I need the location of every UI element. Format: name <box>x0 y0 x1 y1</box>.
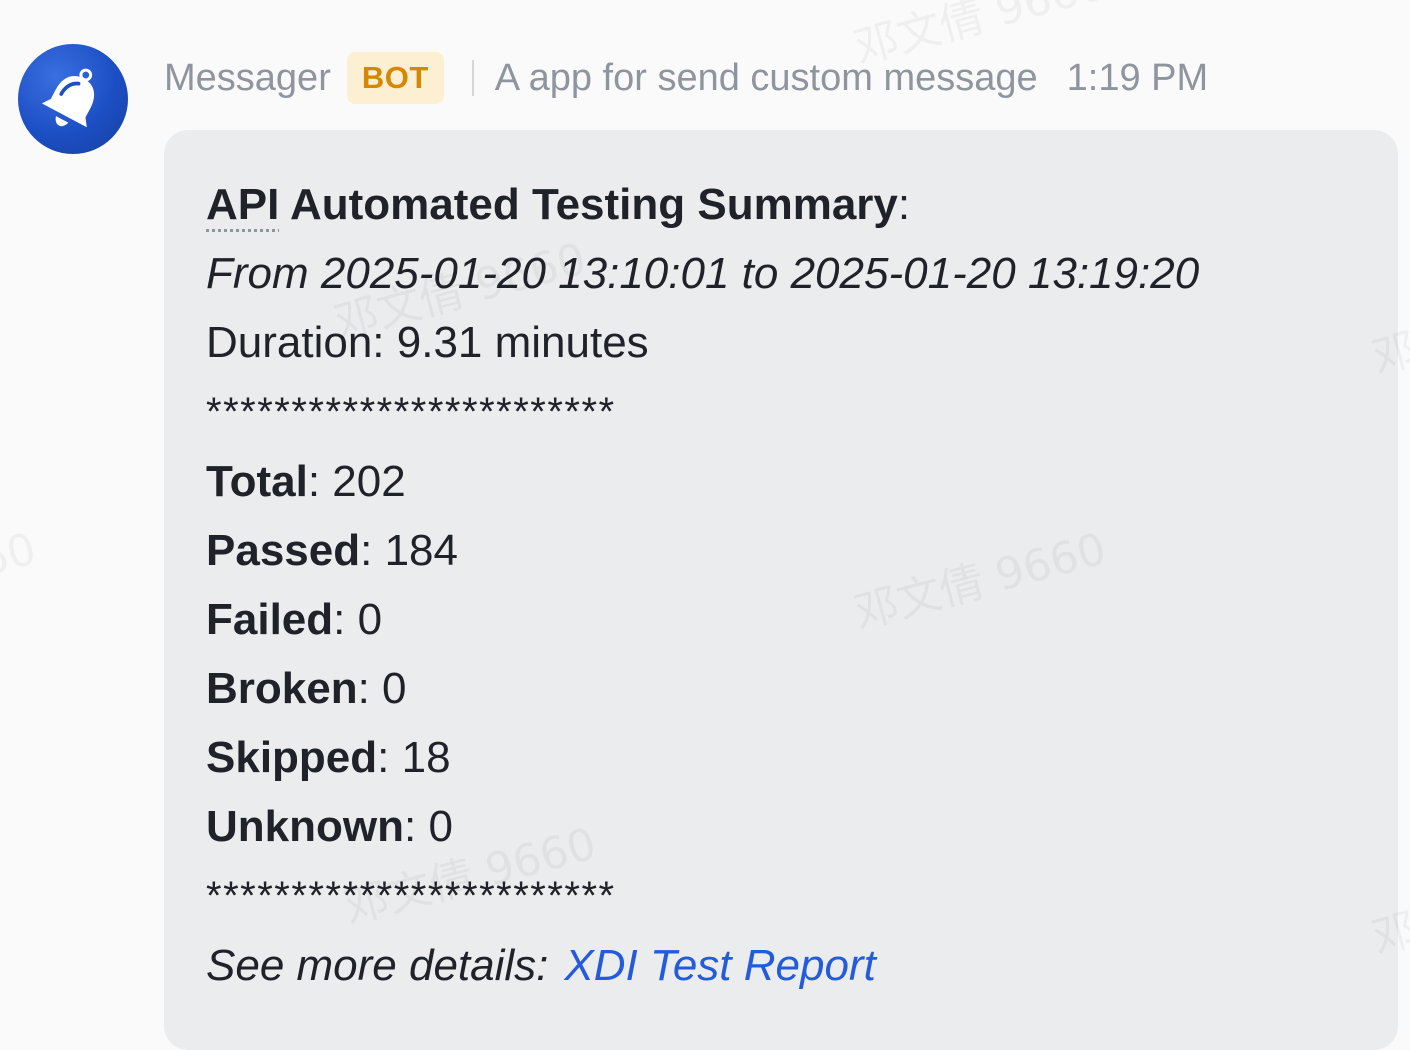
stat-label: Unknown <box>206 802 404 851</box>
details-row: See more details: XDI Test Report <box>206 931 1398 1000</box>
test-report-link[interactable]: XDI Test Report <box>564 941 875 990</box>
stat-label: Failed <box>206 595 334 644</box>
bell-icon <box>41 68 95 128</box>
stat-value: 18 <box>401 733 451 782</box>
stat-label: Broken <box>206 664 358 713</box>
title-colon: : <box>897 180 911 229</box>
separator-bottom: ************************ <box>206 874 616 918</box>
app-description: A app for send custom message <box>494 56 1038 99</box>
stat-row-total: Total: 202 <box>206 457 406 506</box>
stat-label: Total <box>206 457 308 506</box>
message-card: API Automated Testing Summary: From 2025… <box>164 130 1398 1050</box>
stat-value: 184 <box>384 526 458 575</box>
stat-value: 0 <box>357 595 383 644</box>
message-header: Messager BOT A app for send custom messa… <box>164 50 1208 106</box>
stat-value: 0 <box>382 664 407 713</box>
stat-value: 202 <box>332 457 406 506</box>
message-timestamp: 1:19 PM <box>1066 56 1209 99</box>
stat-row-passed: Passed: 184 <box>206 526 458 575</box>
card-title: API Automated Testing Summary: <box>206 170 1398 239</box>
stat-label: Skipped <box>206 733 378 782</box>
test-period: From 2025-01-20 13:10:01 to 2025-01-20 1… <box>206 249 1200 298</box>
test-duration: Duration: 9.31 minutes <box>206 318 649 367</box>
stat-value: 0 <box>428 802 453 851</box>
separator-top: ************************ <box>206 390 616 434</box>
bot-avatar[interactable] <box>18 44 128 154</box>
stat-label: Passed <box>206 526 361 575</box>
stat-row-broken: Broken: 0 <box>206 664 407 713</box>
header-divider <box>471 60 474 96</box>
stat-row-skipped: Skipped: 18 <box>206 733 451 782</box>
details-label: See more details: <box>206 941 549 990</box>
stat-row-unknown: Unknown: 0 <box>206 802 453 851</box>
stat-row-failed: Failed: 0 <box>206 595 383 644</box>
bot-badge: BOT <box>346 52 444 104</box>
sender-name[interactable]: Messager <box>164 57 331 100</box>
title-abbreviation[interactable]: API <box>206 180 279 229</box>
watermark: 邓文倩 9660 <box>0 513 42 642</box>
title-text: Automated Testing Summary <box>279 180 898 229</box>
